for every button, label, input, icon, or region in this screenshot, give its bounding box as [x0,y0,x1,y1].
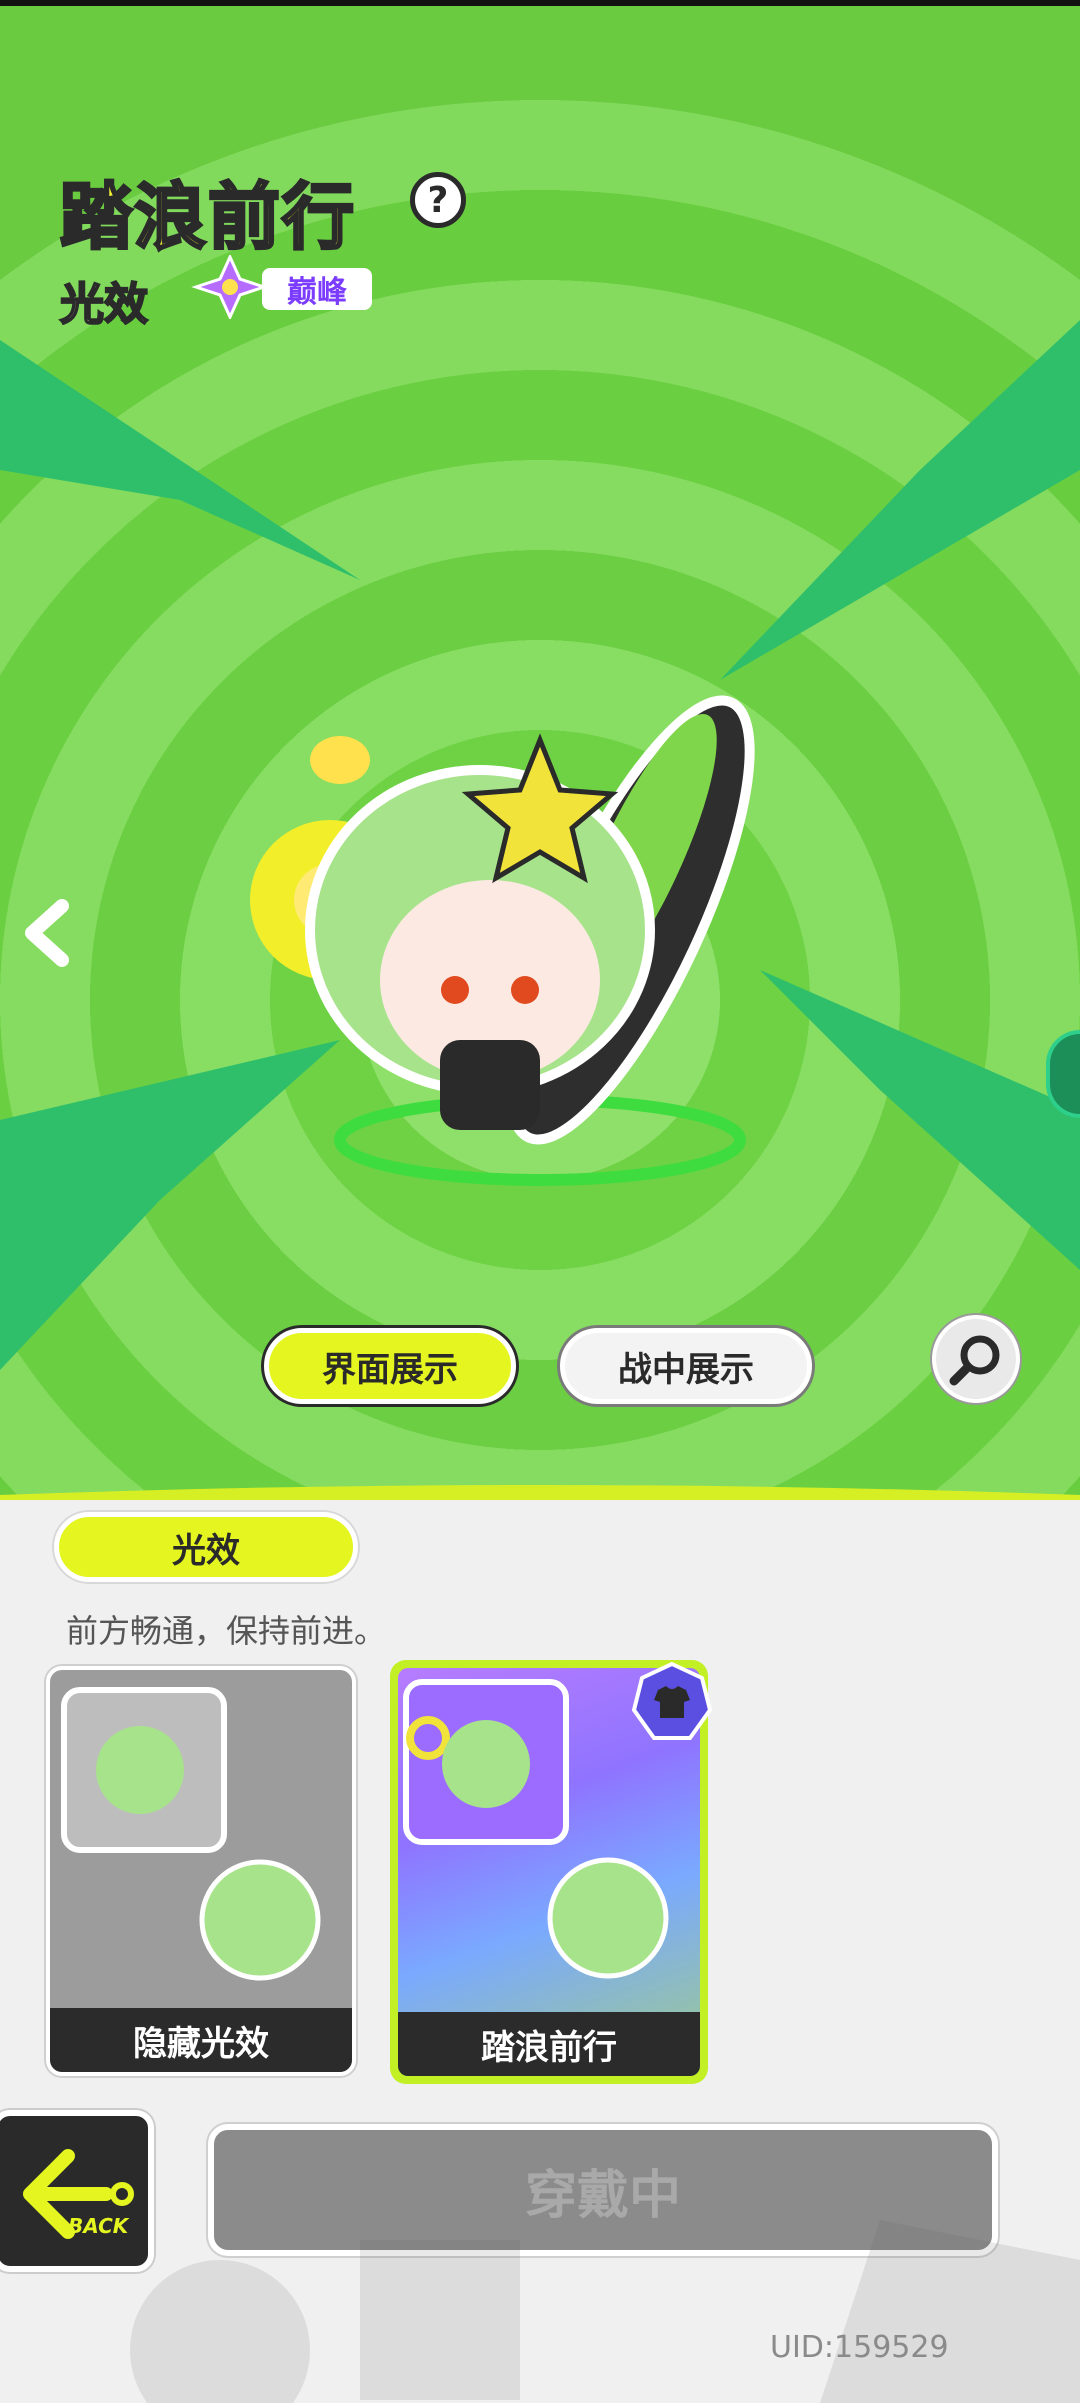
effect-card-label: 隐藏光效 [50,2008,352,2072]
effect-description: 前方畅通，保持前进。 [66,1612,387,1650]
background-graffiti [130,2220,1080,2403]
tab-interface-display[interactable]: 界面展示 [264,1328,516,1404]
effect-card-label: 踏浪前行 [398,2012,700,2076]
character-artwork [250,695,755,1186]
rank-badge: 巅峰 [262,268,372,310]
effect-card-hidden[interactable]: 隐藏光效 [46,1666,356,2076]
tab-battle-display[interactable]: 战中展示 [560,1328,812,1404]
skin-title: 踏浪前行 [58,174,357,261]
slime-divider [0,1485,1080,1500]
preview-stage: 踏浪前行 ? 光效 巅峰 界面展示 战中展示 [0,0,1080,1500]
help-icon[interactable]: ? [410,172,466,228]
category-label: 光效 [59,278,149,331]
status-bar [0,0,1080,6]
character-thumbnail [61,1687,321,1981]
equipped-shirt-icon [631,1661,713,1740]
user-id: UID:159529 [770,2330,949,2365]
section-tab-effects: 光效 [54,1512,358,1582]
magnifier-icon[interactable] [932,1315,1020,1403]
previous-arrow-icon[interactable] [18,898,78,968]
